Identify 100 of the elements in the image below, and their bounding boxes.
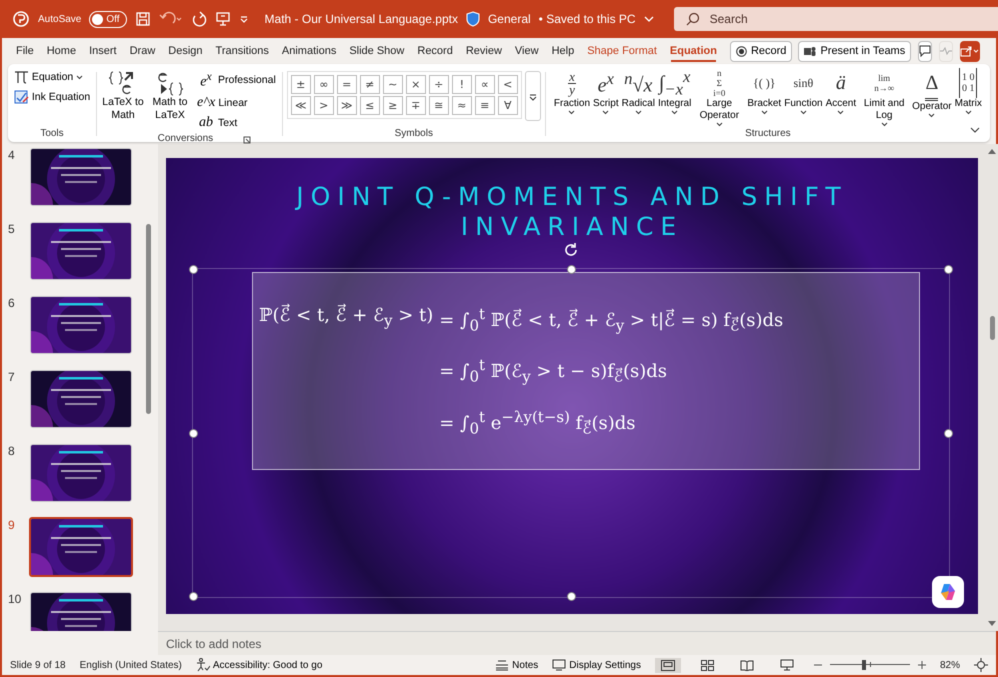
symbol-button[interactable]: ≠ xyxy=(360,75,380,94)
comments-button[interactable] xyxy=(918,40,932,62)
symbol-button[interactable]: ∀ xyxy=(498,96,518,115)
ribbon-button[interactable]: n Σ i=0 Large Operator xyxy=(693,68,746,127)
fit-to-window-icon[interactable] xyxy=(974,658,988,672)
symbol-button[interactable]: < xyxy=(498,75,518,94)
symbol-button[interactable]: × xyxy=(406,75,426,94)
ribbon-button[interactable]: Math to LaTeX xyxy=(148,68,192,124)
slider-thumb[interactable] xyxy=(862,660,866,670)
resize-handle[interactable] xyxy=(567,265,576,274)
language-label[interactable]: English (United States) xyxy=(80,660,182,670)
symbol-button[interactable]: ≫ xyxy=(336,96,357,115)
caret-icon xyxy=(634,110,642,115)
group-label: Structures xyxy=(745,128,791,141)
dialog-launcher-icon[interactable] xyxy=(243,136,252,144)
ribbon-tab[interactable]: Draw xyxy=(124,42,162,60)
ribbon-tab[interactable]: Slide Show xyxy=(343,42,410,60)
collapse-ribbon-icon[interactable] xyxy=(970,127,980,134)
symbol-button[interactable]: > xyxy=(314,96,334,115)
ribbon-button[interactable]: 1 0 0 1 Matrix xyxy=(954,68,983,115)
shield-icon xyxy=(466,11,480,27)
ribbon-button[interactable]: {( )} Bracket xyxy=(746,68,782,115)
rotate-handle-icon[interactable] xyxy=(563,242,579,258)
customize-icon[interactable] xyxy=(238,14,249,24)
scrollbar-thumb[interactable] xyxy=(146,224,151,414)
share-button[interactable] xyxy=(960,40,980,62)
presentation-icon[interactable] xyxy=(214,11,231,27)
search-field[interactable]: Search xyxy=(674,7,998,31)
symbol-button[interactable]: ≈ xyxy=(452,96,472,115)
equation-box[interactable]: ℙ(ℰ⃗ < t, ℰ⃗ + ℰ$_{y}$ > t) = ∫$_{0}$$^{t}$ ℙ(ℰ⃗ < t, ℰ⃗ + ℰ$_{y}$ > t|ℰ⃗ = s) f$_{ℰ⃗}$(s)ds = ∫$_{0}$$^{t}$ ℙ(ℰ$_{y}$ > t − s)f$_{ℰ⃗}$(s)ds = ∫$_{0}$$^{t}$ e$^{−λy(t−s)}$ f$_{ℰ⃗}$(s)ds xyxy=(252,272,920,470)
pulse-icon xyxy=(940,46,952,56)
scrollbar-thumb[interactable] xyxy=(990,316,994,340)
ribbon-tab[interactable]: View xyxy=(508,42,545,60)
ribbon-tab[interactable]: Design xyxy=(162,42,209,60)
ribbon-tab[interactable]: File xyxy=(10,42,40,60)
ribbon-button[interactable]: e^x Linear xyxy=(195,92,278,113)
autosave-toggle[interactable]: Off xyxy=(89,10,127,28)
symbol-button[interactable]: ≅ xyxy=(428,96,449,115)
symbol-button[interactable]: ∝ xyxy=(474,75,495,94)
slide-number: 7 xyxy=(8,370,16,384)
resize-handle[interactable] xyxy=(567,592,576,601)
chevron-down-icon[interactable] xyxy=(644,14,654,24)
slide-number: 4 xyxy=(8,148,16,162)
zoom-level[interactable]: 82% xyxy=(940,660,960,670)
ribbon-tab[interactable]: Insert xyxy=(83,42,123,60)
equation-text: = ∫$_{0}$$^{t}$ ℙ(ℰ$_{y}$ > t − s)f$_{ℰ⃗}$(s)ds xyxy=(438,356,668,386)
scroll-down-icon[interactable] xyxy=(988,621,996,627)
ribbon-tab[interactable]: Animations xyxy=(276,42,342,60)
ribbon-button[interactable]: e$^{x}$ Professional xyxy=(195,68,278,93)
resize-handle[interactable] xyxy=(944,265,953,274)
save-status[interactable]: • Saved to this PC xyxy=(538,12,636,26)
symbol-button[interactable]: = xyxy=(336,75,357,94)
ribbon-button[interactable]: LaTeX to Math xyxy=(101,68,145,124)
symbol-button[interactable]: ~ xyxy=(382,75,403,94)
symbol-button[interactable]: ≡ xyxy=(474,96,495,115)
resize-handle[interactable] xyxy=(189,592,198,601)
resize-handle[interactable] xyxy=(189,265,198,274)
ribbon-tab[interactable]: Shape Format xyxy=(581,42,663,60)
symbol-button[interactable]: ∞ xyxy=(314,75,334,94)
symbol-button[interactable]: ÷ xyxy=(428,75,449,94)
ribbon-button[interactable]: ab Text xyxy=(195,112,278,133)
ribbon-tab[interactable]: Home xyxy=(40,42,82,60)
ribbon-button[interactable]: Ink Equation xyxy=(12,88,92,106)
ribbon-button[interactable]: e$^{x}$ Script xyxy=(592,68,620,115)
symbol-button[interactable]: ≪ xyxy=(290,96,311,115)
zoom-in-icon[interactable] xyxy=(918,661,926,669)
ribbon-button[interactable]: Δ Operator xyxy=(911,68,953,118)
ribbon-button[interactable]: lim n→∞ Limit and Log xyxy=(858,68,910,127)
symbol-button[interactable]: ≤ xyxy=(360,96,380,115)
ribbon-tab[interactable]: Transitions xyxy=(210,42,275,60)
copilot-button[interactable] xyxy=(932,576,964,608)
display-settings-button[interactable]: Display Settings xyxy=(552,659,641,671)
ribbon-tab[interactable]: Equation xyxy=(664,42,723,60)
ribbon-button[interactable]: sinθ Function xyxy=(783,68,824,115)
accessibility-button[interactable]: Accessibility: Good to go xyxy=(196,658,322,672)
save-icon[interactable] xyxy=(134,11,151,27)
resize-handle[interactable] xyxy=(189,429,198,438)
ribbon-button[interactable]: Equation xyxy=(12,68,86,86)
symbol-button[interactable]: ! xyxy=(452,75,472,94)
accessibility-icon xyxy=(196,658,210,672)
ribbon-tab[interactable]: Record xyxy=(411,42,459,60)
symbol-button[interactable]: ∓ xyxy=(406,96,426,115)
sensitivity-label[interactable]: General xyxy=(488,12,531,26)
symbol-button[interactable]: ± xyxy=(290,75,311,94)
zoom-slider[interactable] xyxy=(830,660,910,670)
slide-thumbnail[interactable] xyxy=(29,517,133,577)
notes-field[interactable]: Click to add notes xyxy=(158,631,996,655)
notes-button[interactable]: Notes xyxy=(495,659,538,671)
record-button[interactable]: Record xyxy=(730,40,792,62)
view-button[interactable] xyxy=(654,658,681,672)
scroll-up-icon[interactable] xyxy=(988,148,996,154)
ribbon-tab[interactable]: Review xyxy=(460,42,508,60)
ribbon-button[interactable]: x y Fraction xyxy=(552,68,592,115)
ribbon-button[interactable]: $^{n}$√x Radical xyxy=(620,68,656,115)
symbol-button[interactable]: ≥ xyxy=(382,96,403,115)
redo-icon[interactable] xyxy=(190,11,207,27)
present-in-teams-button[interactable]: Present in Teams xyxy=(798,40,912,62)
ribbon-tab[interactable]: Help xyxy=(546,42,580,60)
resize-handle[interactable] xyxy=(944,429,953,438)
ribbon-button[interactable]: ä Accent xyxy=(824,68,858,115)
